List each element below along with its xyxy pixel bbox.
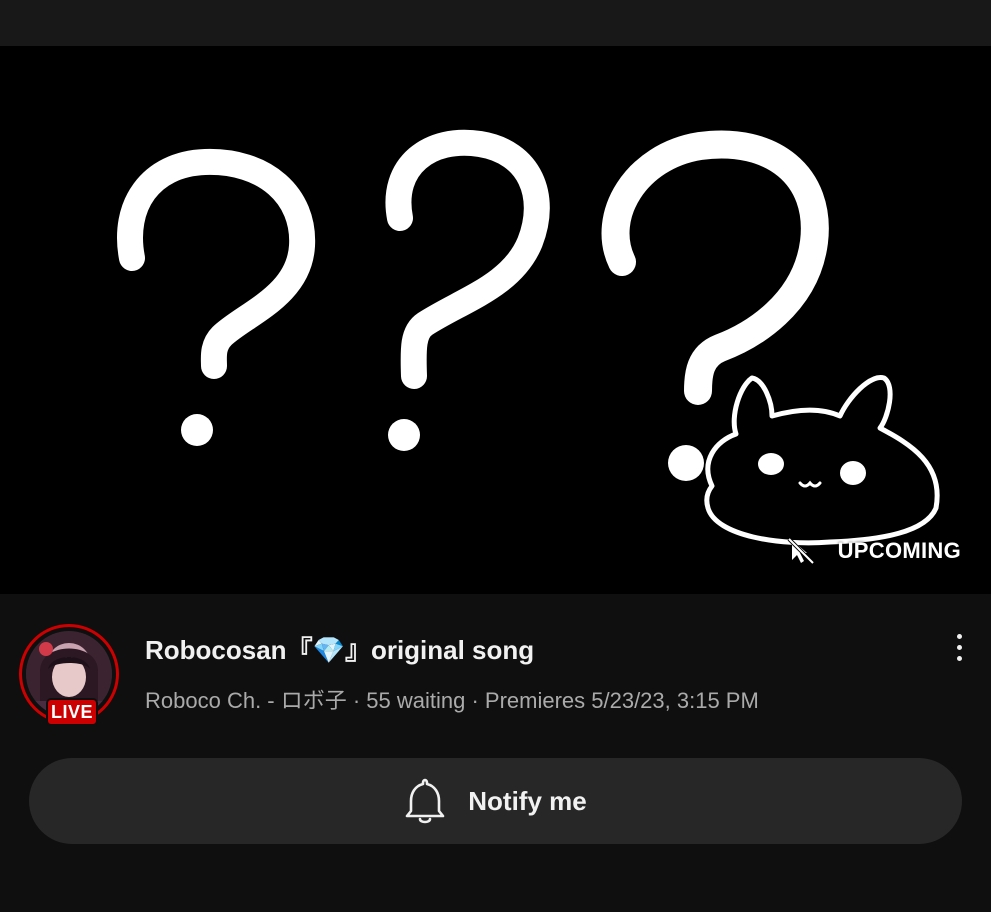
live-badge: LIVE [46, 698, 98, 726]
more-vertical-icon-dot [956, 655, 962, 661]
video-meta: Roboco Ch. - ロボ子 · 55 waiting · Premiere… [145, 688, 759, 713]
thumbnail-artwork [117, 129, 940, 546]
cursor-off-icon [787, 537, 815, 565]
video-info-panel: LIVE Robocosan『💎』original song Roboco Ch… [0, 594, 991, 912]
notify-me-button[interactable]: Notify me [29, 758, 962, 844]
video-thumbnail[interactable]: UPCOMING [0, 46, 991, 594]
channel-avatar[interactable]: LIVE [19, 624, 125, 728]
upcoming-overlay: UPCOMING [786, 536, 961, 566]
video-title[interactable]: Robocosan『💎』original song [145, 630, 534, 667]
top-bar [0, 0, 991, 46]
notify-me-label: Notify me [468, 785, 587, 816]
bell-icon [405, 778, 445, 824]
more-vertical-icon-dot [956, 644, 962, 650]
more-vertical-icon [956, 633, 962, 639]
upcoming-label: UPCOMING [837, 538, 961, 563]
more-options-button[interactable] [942, 627, 976, 667]
